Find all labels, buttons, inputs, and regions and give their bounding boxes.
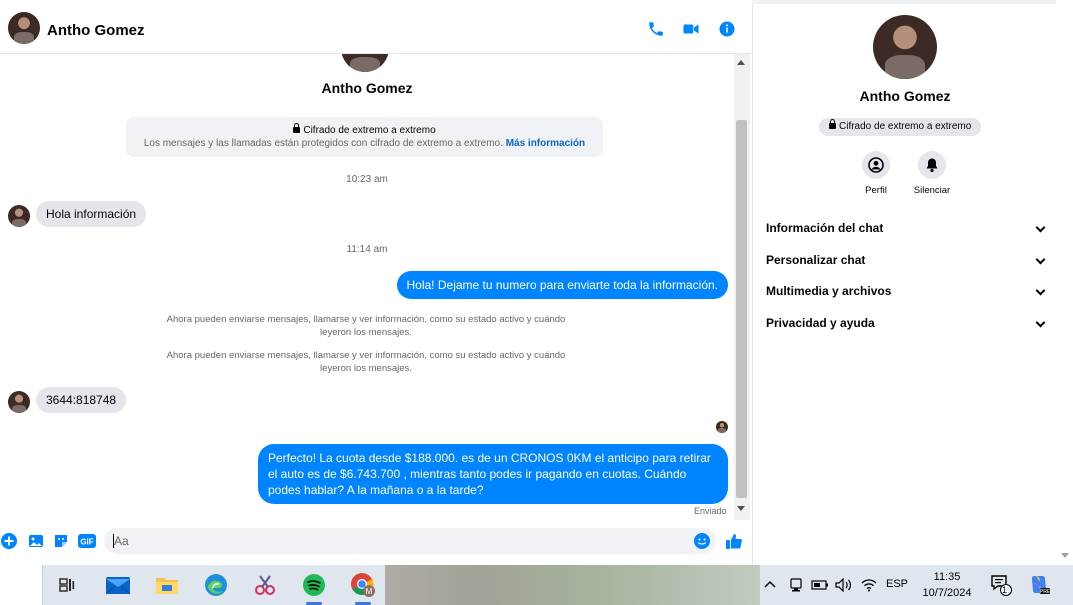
- contact-avatar-large: [341, 54, 389, 72]
- svg-text:GIF: GIF: [80, 538, 93, 547]
- info-contact-name: Antho Gomez: [859, 88, 951, 104]
- wallpaper-strip: [385, 565, 760, 605]
- speaker-icon[interactable]: [834, 571, 854, 599]
- windows-taskbar: M ESP 11:35 10/7/2024 1 PRE: [0, 565, 1073, 605]
- mail-icon[interactable]: [104, 571, 132, 599]
- image-icon[interactable]: [28, 533, 44, 549]
- snipping-tool-icon[interactable]: [251, 571, 279, 599]
- svg-text:M: M: [366, 587, 373, 596]
- encryption-text: Los mensajes y las llamadas están proteg…: [143, 138, 503, 149]
- contact-profile-photo[interactable]: [873, 15, 937, 79]
- scroll-up-icon[interactable]: [737, 60, 745, 65]
- system-clock[interactable]: 11:35 10/7/2024: [914, 569, 980, 601]
- meet-now-icon[interactable]: [786, 571, 806, 599]
- message-input[interactable]: [114, 532, 674, 550]
- chat-header: Antho Gomez: [0, 4, 752, 54]
- incoming-message[interactable]: 3644:818748: [36, 387, 127, 413]
- encryption-title: Cifrado de extremo a extremo: [303, 125, 436, 136]
- read-receipt-avatar: [716, 421, 728, 433]
- chevron-down-icon: [1035, 222, 1046, 233]
- timestamp: 11:14 am: [346, 244, 388, 255]
- info-icon[interactable]: [716, 18, 738, 40]
- chevron-down-icon: [1035, 254, 1046, 265]
- section-customize-chat[interactable]: Personalizar chat: [766, 253, 1046, 273]
- wifi-icon[interactable]: [859, 571, 879, 599]
- conversation-contact-name: Antho Gomez: [321, 80, 413, 96]
- profile-button[interactable]: [862, 151, 890, 179]
- chrome-icon[interactable]: M: [349, 571, 377, 599]
- chevron-up-icon[interactable]: [760, 571, 780, 599]
- start-area[interactable]: [0, 565, 43, 605]
- contact-avatar[interactable]: [8, 12, 40, 44]
- scroll-down-icon[interactable]: [737, 506, 745, 511]
- system-notice: Ahora pueden enviarse mensajes, llamarse…: [166, 314, 566, 338]
- notification-count: 1: [1002, 585, 1008, 595]
- more-info-link[interactable]: Más información: [506, 138, 585, 149]
- composer: GIF: [0, 520, 752, 565]
- section-media-files[interactable]: Multimedia y archivos: [766, 284, 1046, 304]
- message-list[interactable]: Antho Gomez Cifrado de extremo a extremo…: [0, 54, 734, 520]
- clock-time: 11:35: [933, 571, 961, 583]
- message-status: Enviado: [694, 506, 727, 516]
- sender-avatar[interactable]: [8, 205, 30, 227]
- battery-icon[interactable]: [810, 571, 830, 599]
- system-notice: Ahora pueden enviarse mensajes, llamarse…: [166, 350, 566, 374]
- lock-icon: [829, 119, 836, 129]
- contact-name[interactable]: Antho Gomez: [47, 22, 145, 39]
- emoji-icon[interactable]: [694, 533, 710, 549]
- file-explorer-icon[interactable]: [153, 571, 181, 599]
- chat-info-panel: Antho Gomez Cifrado de extremo a extremo…: [752, 4, 1056, 565]
- input-language[interactable]: ESP: [886, 578, 908, 590]
- chevron-down-icon: [1035, 285, 1046, 296]
- page-scrollbar[interactable]: [1056, 0, 1073, 565]
- notification-center-icon[interactable]: [988, 571, 1014, 599]
- gif-icon[interactable]: GIF: [78, 533, 96, 549]
- svg-text:PRE: PRE: [1040, 589, 1050, 595]
- video-camera-icon[interactable]: [680, 18, 702, 40]
- task-view-icon[interactable]: [53, 571, 81, 599]
- copilot-icon[interactable]: PRE: [1026, 571, 1052, 599]
- plus-icon[interactable]: [1, 533, 17, 549]
- scroll-thumb[interactable]: [736, 120, 747, 498]
- encryption-badge[interactable]: Cifrado de extremo a extremo: [819, 118, 982, 136]
- spotify-icon[interactable]: [300, 571, 328, 599]
- sender-avatar[interactable]: [8, 391, 30, 413]
- mute-button[interactable]: [918, 151, 946, 179]
- chevron-down-icon: [1035, 317, 1046, 328]
- message-scrollbar[interactable]: [734, 54, 750, 520]
- outgoing-message[interactable]: Hola! Dejame tu numero para enviarte tod…: [396, 271, 728, 299]
- section-chat-info[interactable]: Información del chat: [766, 221, 1046, 241]
- chat-pane: Antho Gomez Antho Gomez Cifrado de extre…: [0, 0, 752, 565]
- outgoing-message[interactable]: Perfecto! La cuota desde $188.000. es de…: [258, 444, 728, 504]
- scroll-down-icon[interactable]: [1061, 553, 1069, 558]
- thumbs-up-icon[interactable]: [725, 532, 743, 550]
- clock-date: 10/7/2024: [922, 587, 972, 599]
- message-input-wrapper[interactable]: [104, 528, 716, 554]
- profile-label: Perfil: [865, 185, 887, 196]
- lock-icon: [293, 123, 301, 133]
- phone-icon[interactable]: [645, 18, 667, 40]
- timestamp: 10:23 am: [346, 174, 388, 185]
- incoming-message[interactable]: Hola información: [36, 201, 147, 227]
- encryption-notice: Cifrado de extremo a extremo Los mensaje…: [126, 117, 603, 157]
- section-privacy-help[interactable]: Privacidad y ayuda: [766, 316, 1046, 336]
- sticker-icon[interactable]: [53, 533, 69, 549]
- mute-label: Silenciar: [913, 185, 951, 196]
- edge-browser-icon[interactable]: [202, 571, 230, 599]
